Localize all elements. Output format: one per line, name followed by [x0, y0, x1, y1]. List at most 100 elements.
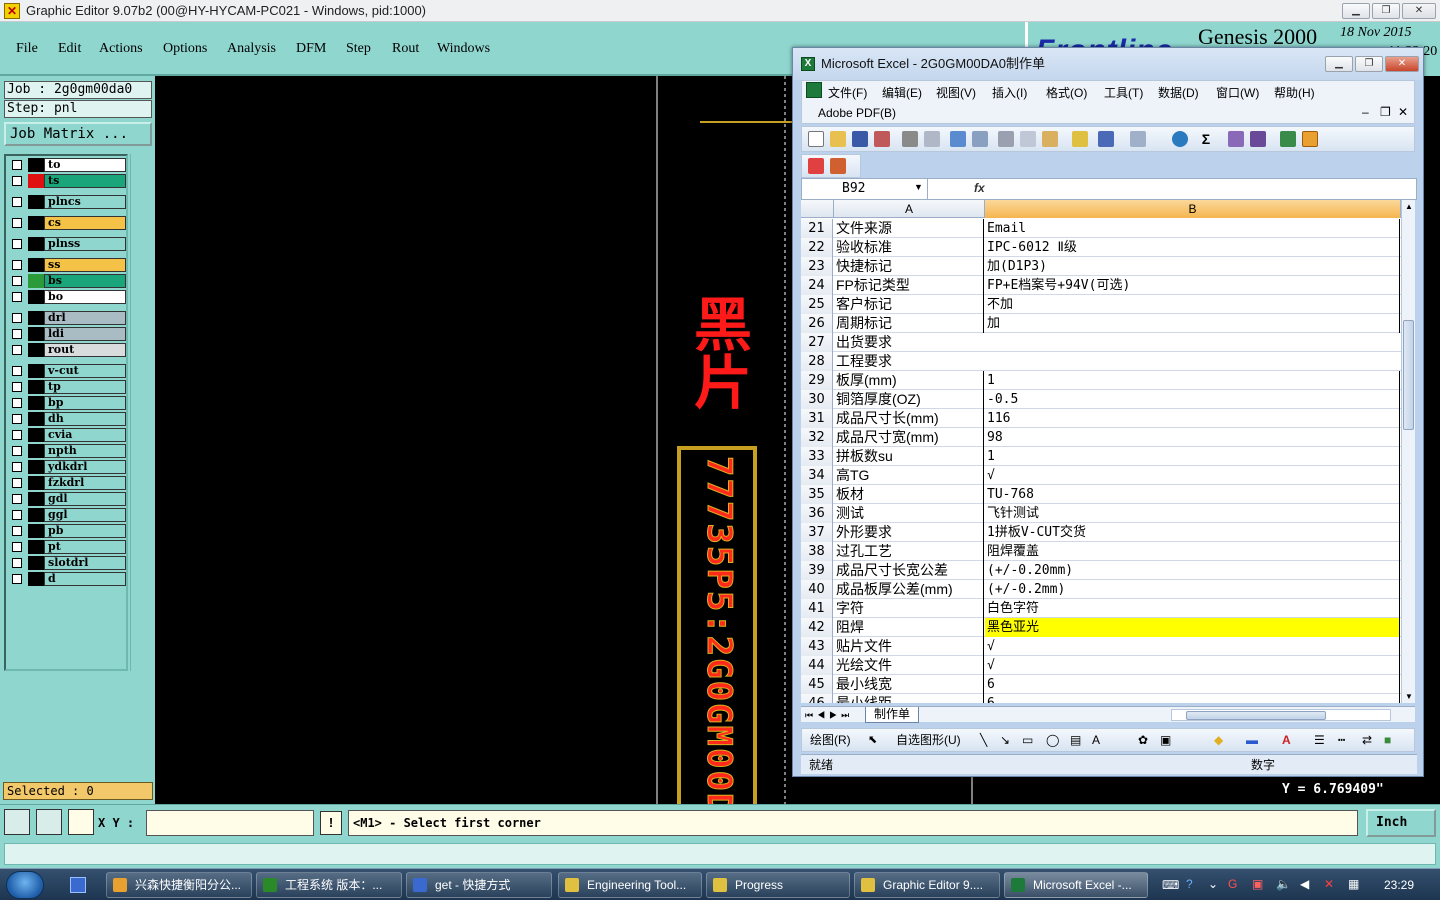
- namebox-dropdown-icon[interactable]: ▼: [914, 182, 923, 192]
- cell-b[interactable]: 加: [985, 314, 1400, 333]
- zoom-box-icon[interactable]: [36, 809, 62, 835]
- layer-color-swatch[interactable]: [28, 274, 44, 288]
- job-matrix-button[interactable]: Job Matrix ...: [4, 122, 152, 146]
- cut-icon[interactable]: [998, 131, 1014, 147]
- layer-color-swatch[interactable]: [28, 572, 44, 586]
- cell-b[interactable]: √: [985, 466, 1400, 485]
- layer-name[interactable]: v-cut: [44, 364, 126, 378]
- row-header[interactable]: 30: [801, 390, 833, 409]
- excel-minimize-button[interactable]: ▁: [1325, 56, 1353, 72]
- layer-list-scrollbar[interactable]: [130, 154, 152, 671]
- cell-b[interactable]: 加(D1P3): [985, 257, 1400, 276]
- layer-checkbox[interactable]: [12, 366, 22, 376]
- layer-name[interactable]: npth: [44, 444, 126, 458]
- antivirus-icon[interactable]: G: [1228, 877, 1237, 891]
- layer-color-swatch[interactable]: [28, 195, 44, 209]
- layer-name[interactable]: bs: [44, 274, 126, 288]
- tray-arrow-icon[interactable]: ⌄: [1208, 877, 1218, 891]
- layer-name[interactable]: gdl: [44, 492, 126, 506]
- row-header[interactable]: 31: [801, 409, 833, 428]
- menu-options[interactable]: Options: [163, 41, 207, 57]
- layer-name[interactable]: cs: [44, 216, 126, 230]
- dash-style-icon[interactable]: ┅: [1338, 729, 1345, 751]
- layer-row[interactable]: gdl: [8, 492, 126, 506]
- column-header-b[interactable]: B: [985, 200, 1401, 218]
- layer-color-swatch[interactable]: [28, 380, 44, 394]
- row-header[interactable]: 43: [801, 637, 833, 656]
- tray-x-icon[interactable]: ✕: [1324, 877, 1334, 891]
- fill-color-icon[interactable]: ◆: [1214, 729, 1223, 751]
- cell-a[interactable]: 文件来源: [834, 219, 984, 238]
- layer-checkbox[interactable]: [12, 218, 22, 228]
- select-all-corner[interactable]: [801, 200, 834, 218]
- layer-color-swatch[interactable]: [28, 556, 44, 570]
- layer-checkbox[interactable]: [12, 292, 22, 302]
- display-icon[interactable]: ▦: [1348, 877, 1359, 891]
- hyperlink-icon[interactable]: [1172, 131, 1188, 147]
- layer-row[interactable]: d: [8, 572, 126, 586]
- cell-a[interactable]: FP标记类型: [834, 276, 984, 295]
- layer-checkbox[interactable]: [12, 510, 22, 520]
- layer-name[interactable]: drl: [44, 311, 126, 325]
- layer-name[interactable]: pt: [44, 540, 126, 554]
- layer-color-swatch[interactable]: [28, 444, 44, 458]
- restore-button[interactable]: ❐: [1372, 3, 1400, 19]
- autosum-icon[interactable]: Σ: [1198, 131, 1214, 147]
- taskbar-item[interactable]: get - 快捷方式: [406, 872, 552, 898]
- cell-b[interactable]: √: [985, 637, 1400, 656]
- row-header[interactable]: 25: [801, 295, 833, 314]
- research-icon[interactable]: [972, 131, 988, 147]
- cell-a[interactable]: 成品尺寸长(mm): [834, 409, 984, 428]
- layer-row[interactable]: drl: [8, 311, 126, 325]
- cell-a[interactable]: 客户标记: [834, 295, 984, 314]
- row-header[interactable]: 46: [801, 694, 833, 703]
- graphic-editor-titlebar[interactable]: ✕ Graphic Editor 9.07b2 (00@HY-HYCAM-PC0…: [0, 0, 1440, 22]
- menu-help-cn[interactable]: 帮助(H): [1274, 84, 1315, 101]
- layer-color-swatch[interactable]: [28, 174, 44, 188]
- alert-icon[interactable]: !: [320, 811, 342, 835]
- minimize-button[interactable]: ▁: [1342, 3, 1370, 19]
- horizontal-scrollbar[interactable]: [1171, 709, 1391, 721]
- arrow-icon[interactable]: ↘: [1000, 729, 1010, 751]
- wordart-icon[interactable]: A: [1092, 729, 1100, 751]
- layer-row[interactable]: slotdrl: [8, 556, 126, 570]
- row-header[interactable]: 28: [801, 352, 833, 371]
- layer-row[interactable]: pt: [8, 540, 126, 554]
- draw-menu[interactable]: 绘图(R): [810, 729, 851, 751]
- line-style-icon[interactable]: ☰: [1314, 729, 1325, 751]
- cell-a[interactable]: 板材: [834, 485, 984, 504]
- menu-edit-cn[interactable]: 编辑(E): [882, 84, 922, 101]
- cell-a[interactable]: 测试: [834, 504, 984, 523]
- menu-file-cn[interactable]: 文件(F): [828, 84, 867, 101]
- menu-file[interactable]: File: [16, 41, 38, 57]
- layer-row[interactable]: tp: [8, 380, 126, 394]
- sort-descending-icon[interactable]: [1250, 131, 1266, 147]
- vertical-scrollbar[interactable]: ▲ ▼: [1401, 200, 1415, 703]
- line-color-icon[interactable]: ▬: [1246, 729, 1258, 751]
- layer-checkbox[interactable]: [12, 345, 22, 355]
- row-header[interactable]: 39: [801, 561, 833, 580]
- layer-name[interactable]: plnss: [44, 237, 126, 251]
- scroll-down-icon[interactable]: ▼: [1405, 692, 1413, 701]
- print-preview-icon[interactable]: [924, 131, 940, 147]
- menu-format-cn[interactable]: 格式(O): [1046, 84, 1087, 101]
- layer-checkbox[interactable]: [12, 542, 22, 552]
- picture-icon[interactable]: ▣: [1160, 729, 1171, 751]
- layer-color-swatch[interactable]: [28, 524, 44, 538]
- row-header[interactable]: 33: [801, 447, 833, 466]
- font-color-icon[interactable]: A: [1282, 729, 1291, 751]
- menu-analysis[interactable]: Analysis: [227, 41, 276, 57]
- layer-color-swatch[interactable]: [28, 476, 44, 490]
- oval-icon[interactable]: ◯: [1046, 729, 1059, 751]
- select-arrow-icon[interactable]: ⬉: [868, 729, 877, 751]
- taskbar-item[interactable]: Microsoft Excel -...: [1004, 872, 1148, 898]
- layer-checkbox[interactable]: [12, 276, 22, 286]
- cell-b[interactable]: -0.5: [985, 390, 1400, 409]
- cell-b[interactable]: 98: [985, 428, 1400, 447]
- cell-a[interactable]: 最小线距: [834, 694, 984, 703]
- layer-row[interactable]: ts: [8, 174, 126, 188]
- taskbar-item[interactable]: Engineering Tool...: [558, 872, 702, 898]
- cell-a[interactable]: 光绘文件: [834, 656, 984, 675]
- snap-grid-icon[interactable]: [68, 809, 94, 835]
- excel-titlebar[interactable]: X Microsoft Excel - 2G0GM00DA0制作单 ▁ ❐ ✕: [793, 48, 1423, 80]
